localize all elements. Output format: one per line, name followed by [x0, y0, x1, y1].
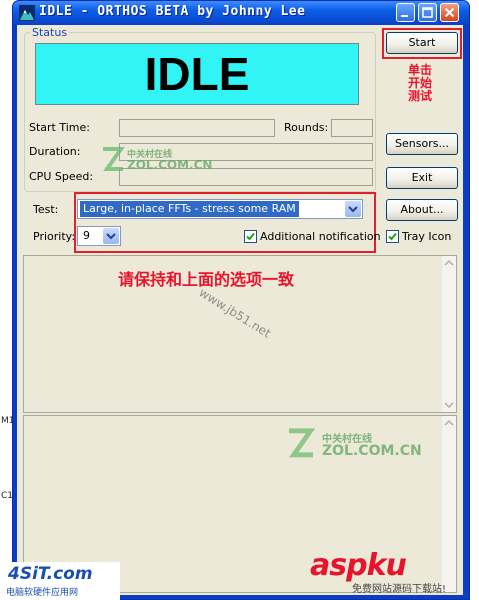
4sit-logo: 4SiT.com 电脑软硬件应用网 [0, 562, 120, 600]
status-group: Status IDLE Start Time: Rounds: Duration… [24, 26, 376, 192]
jb51-watermark: www.jb51.net [196, 285, 274, 341]
m1-side-label: M1 [1, 416, 15, 426]
window-title: IDLE - ORTHOS BETA by Johnny Lee [39, 4, 306, 19]
client-area: Status IDLE Start Time: Rounds: Duration… [17, 25, 463, 595]
additional-notification-checkbox[interactable] [244, 230, 257, 243]
orthos-window: IDLE - ORTHOS BETA by Johnny Lee Status … [12, 0, 470, 600]
output-panel-top-scrollbar[interactable] [442, 256, 456, 412]
minimize-icon [401, 15, 408, 17]
tray-icon-label: Tray Icon [402, 230, 452, 243]
close-button[interactable] [440, 3, 459, 22]
priority-select-value: 9 [83, 229, 90, 242]
priority-dropdown-button[interactable] [103, 228, 119, 244]
rounds-field [331, 119, 373, 137]
aspku-watermark: aspku [310, 548, 407, 583]
zol-logo-icon [289, 428, 316, 458]
zol-en-text: ZOL.COM.CN [127, 158, 213, 172]
duration-label: Duration: [29, 145, 81, 158]
close-icon [444, 7, 455, 18]
exit-button[interactable]: Exit [386, 167, 458, 189]
c1-side-label: C1 [1, 491, 14, 501]
rounds-label: Rounds: [284, 121, 329, 134]
additional-notification-label: Additional notification [260, 230, 381, 243]
scroll-up-icon [444, 259, 454, 266]
maximize-button[interactable] [418, 3, 437, 22]
status-group-label: Status [30, 26, 70, 39]
minimize-button[interactable] [396, 3, 415, 22]
start-hint-annotation: 单击开始测试 [407, 63, 432, 103]
about-button[interactable]: About... [386, 199, 458, 221]
priority-select[interactable]: 9 [77, 226, 121, 246]
test-label: Test: [33, 203, 59, 216]
check-icon [388, 232, 397, 241]
zol-logo-icon [103, 147, 125, 171]
sensors-button[interactable]: Sensors... [386, 133, 458, 155]
maximize-icon [422, 7, 433, 18]
test-select[interactable]: Large, in-place FFTs - stress some RAM [77, 199, 363, 219]
4sit-logo-subtext: 电脑软硬件应用网 [6, 588, 79, 598]
start-time-label: Start Time: [29, 121, 90, 134]
output-panel-bottom-scrollbar[interactable] [442, 416, 456, 592]
check-icon [246, 232, 255, 241]
chevron-down-icon [348, 206, 358, 213]
aspku-watermark-subtext: 免费网站源码下载站! [352, 584, 447, 595]
scroll-down-icon [444, 402, 454, 409]
start-button[interactable]: Start [386, 32, 458, 54]
output-panel-top[interactable]: 请保持和上面的选项一致 www.jb51.net [23, 255, 457, 413]
test-dropdown-button[interactable] [345, 201, 361, 217]
test-select-value: Large, in-place FFTs - stress some RAM [80, 201, 299, 217]
zol-en-text-lower: ZOL.COM.CN [322, 443, 422, 459]
tray-icon-checkbox[interactable] [386, 230, 399, 243]
chevron-down-icon [106, 233, 116, 240]
mountain-icon [19, 5, 35, 21]
title-bar[interactable]: IDLE - ORTHOS BETA by Johnny Lee [13, 1, 469, 25]
start-time-field [119, 119, 275, 137]
status-display: IDLE [35, 43, 359, 105]
cpu-speed-label: CPU Speed: [29, 170, 94, 183]
priority-label: Priority: [33, 230, 76, 243]
4sit-logo-text: 4SiT.com [8, 564, 93, 584]
scroll-up-icon [444, 419, 454, 426]
